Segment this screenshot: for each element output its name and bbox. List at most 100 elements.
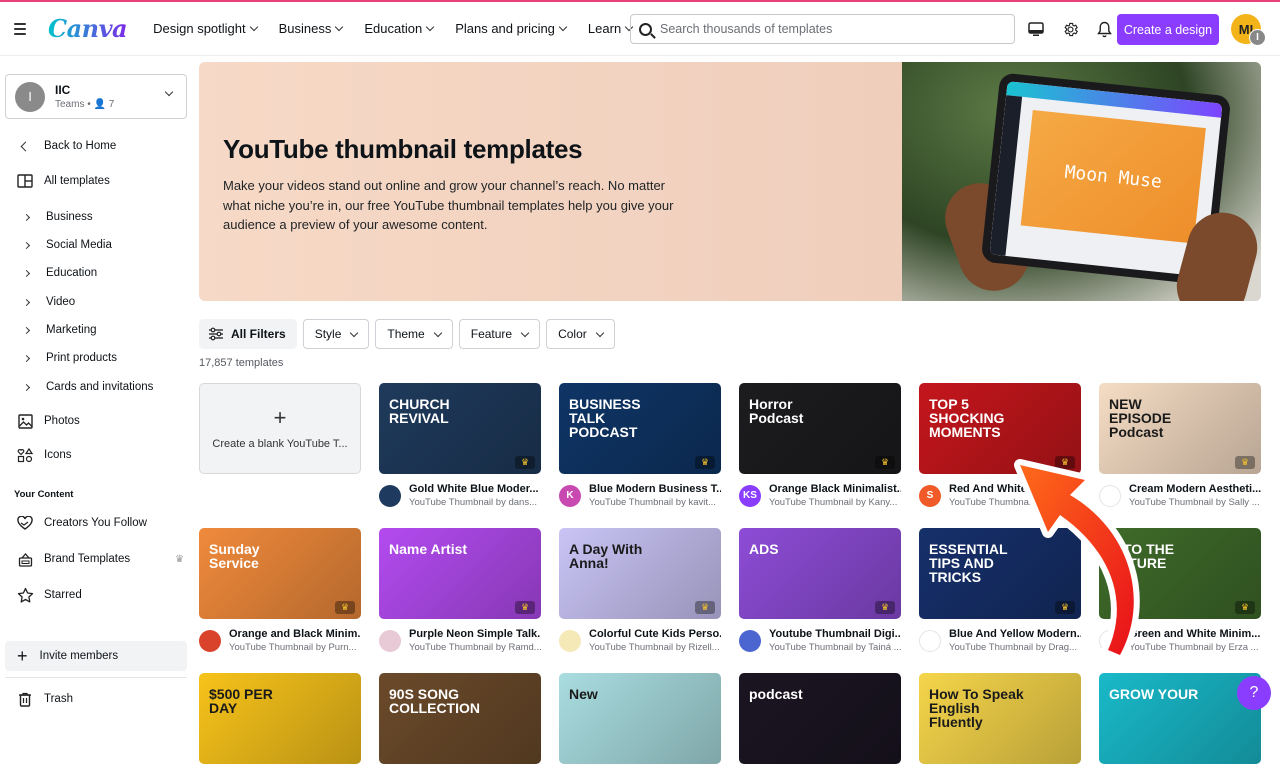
sidebar-photos[interactable]: Photos (16, 412, 80, 430)
template-thumbnail[interactable]: A Day With Anna! ♛ (559, 528, 721, 619)
creator-avatar[interactable] (919, 629, 941, 652)
template-card[interactable]: A Day With Anna! ♛ Colorful Cute Kids Pers… (559, 528, 721, 653)
template-card[interactable]: TOP 5 SHOCKING MOMENTS ♛ S Red And White You… (919, 383, 1081, 508)
template-title[interactable]: Purple Neon Simple Talk... (409, 628, 541, 640)
template-thumbnail[interactable]: How To Speak English Fluently (919, 673, 1081, 764)
template-thumbnail[interactable]: ADS ♛ (739, 528, 901, 619)
template-card[interactable]: INTO THE NATURE ♛ Green and White Minim...… (1099, 528, 1261, 653)
template-title[interactable]: Gold White Blue Moder... (409, 483, 539, 495)
template-card[interactable]: GROW YOUR (1099, 673, 1261, 764)
settings-gear-icon[interactable] (1060, 19, 1080, 39)
template-card[interactable]: Horror Podcast ♛ KS Orange Black Minimalist… (739, 383, 901, 508)
template-title[interactable]: Orange and Black Minim... (229, 628, 361, 640)
nav-learn[interactable]: Learn (588, 21, 634, 36)
template-thumbnail[interactable]: $500 PER DAY (199, 673, 361, 764)
creator-avatar[interactable] (379, 484, 401, 507)
template-card[interactable]: CHURCH REVIVAL ♛ Gold White Blue Moder... Y… (379, 383, 541, 508)
sidebar-category-business[interactable]: Business (16, 208, 93, 226)
canva-logo[interactable]: Canva (48, 14, 128, 43)
sidebar-creators-you-follow[interactable]: Creators You Follow (16, 514, 147, 532)
create-blank-button[interactable]: + Create a blank YouTube T... (199, 383, 361, 474)
creator-avatar[interactable] (739, 629, 761, 652)
help-button[interactable]: ? (1237, 676, 1271, 710)
template-card[interactable]: 90S SONG COLLECTION (379, 673, 541, 764)
all-filters-button[interactable]: All Filters (199, 319, 297, 349)
creator-avatar[interactable] (199, 629, 221, 652)
nav-education[interactable]: Education (364, 21, 435, 36)
creator-avatar[interactable] (1099, 629, 1121, 652)
chevron-left-icon (16, 137, 34, 155)
creator-avatar[interactable]: S (919, 484, 941, 507)
template-title[interactable]: Cream Modern Aestheti... (1129, 483, 1261, 495)
template-thumbnail[interactable]: ESSENTIAL TIPS AND TRICKS ♛ (919, 528, 1081, 619)
sidebar-back-home[interactable]: Back to Home (16, 137, 116, 155)
creator-avatar[interactable]: K (559, 484, 581, 507)
filter-color[interactable]: Color (546, 319, 615, 349)
template-thumbnail[interactable]: 90S SONG COLLECTION (379, 673, 541, 764)
template-thumbnail[interactable]: NEW EPISODE Podcast ♛ (1099, 383, 1261, 474)
template-thumbnail[interactable]: BUSINESS TALK PODCAST ♛ (559, 383, 721, 474)
creator-avatar[interactable] (379, 629, 401, 652)
template-title[interactable]: Orange Black Minimalist... (769, 483, 901, 495)
sidebar-category-cards-invitations[interactable]: Cards and invitations (16, 378, 153, 396)
template-card[interactable]: BUSINESS TALK PODCAST ♛ K Blue Modern Busin… (559, 383, 721, 508)
template-card[interactable]: podcast (739, 673, 901, 764)
sidebar-brand-templates[interactable]: Brand Templates ♛ (16, 550, 184, 568)
template-title[interactable]: Blue Modern Business T... (589, 483, 721, 495)
template-thumbnail[interactable]: GROW YOUR (1099, 673, 1261, 764)
sidebar-icons[interactable]: Icons (16, 446, 72, 464)
desktop-app-icon[interactable] (1026, 19, 1046, 39)
notifications-bell-icon[interactable] (1094, 19, 1114, 39)
nav-design-spotlight[interactable]: Design spotlight (153, 21, 258, 36)
template-title[interactable]: Youtube Thumbnail Digi... (769, 628, 901, 640)
search-box[interactable] (630, 14, 1015, 44)
template-card[interactable]: NEW EPISODE Podcast ♛ Cream Modern Aesthet… (1099, 383, 1261, 508)
template-meta: Purple Neon Simple Talk... YouTube Thumbn… (379, 628, 541, 653)
sidebar-category-print-products[interactable]: Print products (16, 349, 117, 367)
sidebar-category-marketing[interactable]: Marketing (16, 321, 97, 339)
sidebar-trash[interactable]: Trash (16, 690, 73, 708)
template-title[interactable]: Colorful Cute Kids Perso... (589, 628, 721, 640)
template-count: 17,857 templates (199, 357, 284, 369)
sidebar-category-education[interactable]: Education (16, 264, 97, 282)
menu-icon[interactable] (14, 22, 32, 35)
create-blank-card[interactable]: + Create a blank YouTube T... (199, 383, 361, 474)
creator-avatar[interactable]: KS (739, 484, 761, 507)
template-thumbnail[interactable]: Sunday Service ♛ (199, 528, 361, 619)
nav-plans-pricing[interactable]: Plans and pricing (455, 21, 568, 36)
nav-business[interactable]: Business (279, 21, 344, 36)
template-card[interactable]: Name Artist ♛ Purple Neon Simple Talk... Yo… (379, 528, 541, 653)
template-title[interactable]: Blue And Yellow Modern... (949, 628, 1081, 640)
template-title[interactable]: Green and White Minim... (1129, 628, 1260, 640)
filter-theme[interactable]: Theme (375, 319, 453, 349)
sidebar-category-social-media[interactable]: Social Media (16, 236, 112, 254)
template-card[interactable]: ADS ♛ Youtube Thumbnail Digi... YouTube Thu… (739, 528, 901, 653)
template-thumbnail[interactable]: TOP 5 SHOCKING MOMENTS ♛ (919, 383, 1081, 474)
template-card[interactable]: New (559, 673, 721, 764)
invite-members-button[interactable]: + Invite members (5, 641, 187, 671)
template-card[interactable]: $500 PER DAY (199, 673, 361, 764)
template-thumbnail[interactable]: INTO THE NATURE ♛ (1099, 528, 1261, 619)
create-design-button[interactable]: Create a design (1117, 14, 1219, 45)
team-switcher[interactable]: I IIC Teams • 👤 7 (5, 74, 187, 119)
creator-avatar[interactable] (559, 629, 581, 652)
sidebar-starred[interactable]: Starred (16, 586, 82, 604)
filter-style[interactable]: Style (302, 319, 370, 349)
template-title[interactable]: Red And White (949, 483, 1031, 495)
template-meta: Youtube Thumbnail Digi... YouTube Thumbna… (739, 628, 901, 653)
thumbnail-text: A Day With Anna! (569, 541, 643, 571)
sidebar-all-templates[interactable]: All templates (16, 172, 110, 190)
template-thumbnail[interactable]: Name Artist ♛ (379, 528, 541, 619)
template-thumbnail[interactable]: New (559, 673, 721, 764)
template-card[interactable]: ESSENTIAL TIPS AND TRICKS ♛ Blue And Yello… (919, 528, 1081, 653)
sidebar-category-video[interactable]: Video (16, 293, 75, 311)
template-card[interactable]: Sunday Service ♛ Orange and Black Minim...… (199, 528, 361, 653)
filter-feature[interactable]: Feature (458, 319, 541, 349)
search-input[interactable] (660, 22, 990, 36)
template-thumbnail[interactable]: Horror Podcast ♛ (739, 383, 901, 474)
template-thumbnail[interactable]: CHURCH REVIVAL ♛ (379, 383, 541, 474)
template-thumbnail[interactable]: podcast (739, 673, 901, 764)
templates-layout-icon (16, 172, 34, 190)
creator-avatar[interactable] (1099, 484, 1121, 507)
template-card[interactable]: How To Speak English Fluently (919, 673, 1081, 764)
